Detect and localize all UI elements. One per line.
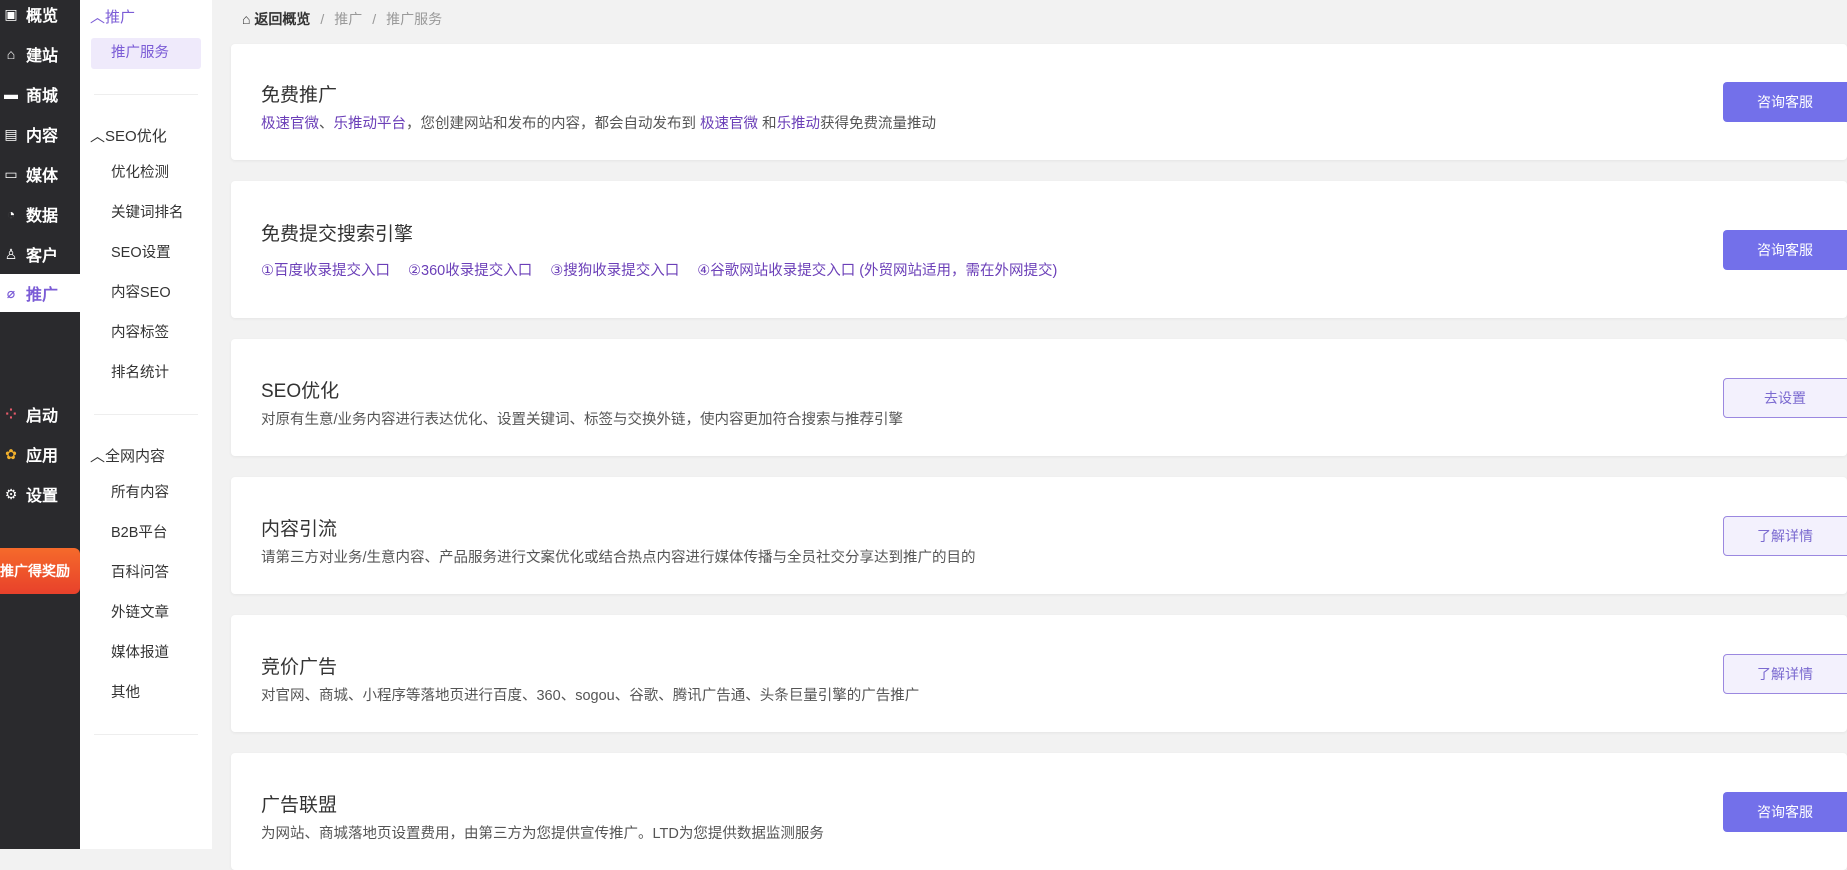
launch-icon: ⁘: [5, 405, 17, 422]
group-promotion[interactable]: ︿推广: [90, 6, 135, 27]
document-icon: ▤: [4, 125, 18, 142]
link-letuidong[interactable]: 乐推动: [777, 116, 821, 132]
consult-button[interactable]: 咨询客服: [1723, 82, 1847, 122]
card-title: 内容引流: [261, 519, 338, 540]
card-bidding-ads: 竞价广告 对官网、商城、小程序等落地页进行百度、360、sogou、谷歌、腾讯广…: [231, 615, 1847, 732]
separator: /: [320, 11, 325, 27]
group-seo[interactable]: ︿SEO优化: [90, 125, 167, 146]
card-search-engine-submit: 免费提交搜索引擎 ①百度收录提交入口 ②360收录提交入口 ③搜狗收录提交入口 …: [231, 181, 1847, 318]
nav-promotion[interactable]: ⌀ 推广: [0, 274, 80, 312]
group-web-content[interactable]: ︿全网内容: [90, 445, 165, 466]
store-icon: ▬: [4, 86, 18, 102]
sub-item[interactable]: 排名统计: [91, 358, 201, 389]
nav-data[interactable]: ◔ 数据: [0, 194, 80, 234]
nav-content[interactable]: ▤ 内容: [0, 114, 80, 154]
submit-links: ①百度收录提交入口 ②360收录提交入口 ③搜狗收录提交入口 ④谷歌网站收录提交…: [261, 259, 1057, 280]
nav-overview[interactable]: ▣ 概览: [0, 0, 80, 34]
learn-more-button[interactable]: 了解详情: [1723, 654, 1847, 694]
breadcrumb-level2: 推广服务: [386, 11, 443, 27]
card-desc: 为网站、商城落地页设置费用，由第三方为您提供宣传推广。LTD为您提供数据监测服务: [261, 826, 824, 842]
card-free-promotion: 免费推广 极速官微、乐推动平台，您创建网站和发布的内容，都会自动发布到 极速官微…: [231, 44, 1847, 160]
sub-item[interactable]: 所有内容: [91, 478, 201, 509]
nav-media[interactable]: ▭ 媒体: [0, 154, 80, 194]
gear-icon: ⚙: [4, 485, 18, 502]
divider: [94, 414, 198, 415]
text: ，您创建网站和发布的内容，都会自动发布到: [406, 116, 701, 132]
card-desc: 对原有生意/业务内容进行表达优化、设置关键词、标签与交换外链，使内容更加符合搜索…: [261, 412, 904, 428]
text: 、: [319, 116, 334, 132]
card-desc: 对官网、商城、小程序等落地页进行百度、360、sogou、谷歌、腾讯广告通、头条…: [261, 688, 920, 704]
link-360-submit[interactable]: ②360收录提交入口: [408, 259, 532, 280]
card-title: 竞价广告: [261, 657, 338, 678]
sub-item[interactable]: 优化检测: [91, 158, 201, 189]
card-ad-alliance: 广告联盟 为网站、商城落地页设置费用，由第三方为您提供宣传推广。LTD为您提供数…: [231, 753, 1847, 870]
sub-item[interactable]: B2B平台: [91, 518, 201, 549]
card-content-traffic: 内容引流 请第三方对业务/生意内容、产品服务进行文案优化或结合热点内容进行媒体传…: [231, 477, 1847, 594]
card-desc: 极速官微、乐推动平台，您创建网站和发布的内容，都会自动发布到 极速官微 和乐推动…: [261, 112, 936, 133]
card-desc: 请第三方对业务/生意内容、产品服务进行文案优化或结合热点内容进行媒体传播与全员社…: [261, 550, 976, 566]
link-baidu-submit[interactable]: ①百度收录提交入口: [261, 259, 390, 280]
text: 获得免费流量推动: [820, 116, 937, 132]
breadcrumb-home[interactable]: ⌂ 返回概览: [242, 9, 310, 29]
divider: [94, 734, 198, 735]
card-title: 广告联盟: [261, 795, 338, 816]
nav-apps[interactable]: ✿ 应用: [0, 434, 80, 474]
pie-chart-icon: ◔: [6, 206, 16, 222]
sub-item[interactable]: 内容标签: [91, 318, 201, 349]
home-icon: ⌂: [6, 46, 16, 62]
sub-item-promotion-service[interactable]: 推广服务: [91, 38, 201, 69]
card-seo: SEO优化 对原有生意/业务内容进行表达优化、设置关键词、标签与交换外链，使内容…: [231, 339, 1847, 456]
learn-more-button[interactable]: 了解详情: [1723, 516, 1847, 556]
apps-icon: ✿: [5, 445, 17, 462]
link-jisu[interactable]: 极速官微: [700, 116, 758, 132]
home-icon: ⌂: [242, 11, 251, 27]
link-google-submit[interactable]: ④谷歌网站收录提交入口 (外贸网站适用，需在外网提交): [697, 259, 1057, 280]
sub-item[interactable]: 其他: [91, 678, 201, 709]
consult-button[interactable]: 咨询客服: [1723, 230, 1847, 270]
sub-item[interactable]: 关键词排名: [91, 198, 201, 229]
card-title: SEO优化: [261, 381, 340, 402]
monitor-icon: ▣: [4, 5, 18, 22]
card-title: 免费提交搜索引擎: [261, 224, 414, 245]
sub-item[interactable]: 百科问答: [91, 558, 201, 589]
link-letuidong-platform[interactable]: 乐推动平台: [334, 116, 407, 132]
paperclip-icon: ⌀: [6, 284, 16, 301]
sub-item[interactable]: 内容SEO: [91, 278, 201, 309]
main-sidebar: ▣ 概览 ⌂ 建站 ▬ 商城 ▤ 内容 ▭ 媒体 ◔ 数据 ♙ 客户 ⌀ 推广 ⁘ 启动 ✿ 应用 …: [0, 0, 80, 849]
nav-settings[interactable]: ⚙ 设置: [0, 474, 80, 514]
divider: [94, 94, 198, 95]
sub-item[interactable]: 媒体报道: [91, 638, 201, 669]
nav-site[interactable]: ⌂ 建站: [0, 34, 80, 74]
user-icon: ♙: [4, 245, 18, 262]
nav-launch[interactable]: ⁘ 启动: [0, 394, 80, 434]
go-settings-button[interactable]: 去设置: [1723, 378, 1847, 418]
promo-banner[interactable]: 推广得奖励: [0, 548, 80, 594]
link-sogou-submit[interactable]: ③搜狗收录提交入口: [550, 259, 679, 280]
nav-store[interactable]: ▬ 商城: [0, 74, 80, 114]
text: 和: [758, 116, 777, 132]
separator: /: [372, 11, 377, 27]
link-jisu[interactable]: 极速官微: [261, 116, 319, 132]
breadcrumb: ⌂ 返回概览 / 推广 / 推广服务: [242, 9, 442, 29]
nav-customer[interactable]: ♙ 客户: [0, 234, 80, 274]
sub-item[interactable]: 外链文章: [91, 598, 201, 629]
video-icon: ▭: [4, 165, 18, 182]
consult-button[interactable]: 咨询客服: [1723, 792, 1847, 832]
sub-sidebar: ︿推广 推广服务 ︿SEO优化 优化检测 关键词排名 SEO设置 内容SEO 内…: [80, 0, 212, 849]
breadcrumb-level1[interactable]: 推广: [334, 9, 362, 29]
card-title: 免费推广: [261, 85, 338, 106]
sub-item[interactable]: SEO设置: [91, 238, 201, 269]
